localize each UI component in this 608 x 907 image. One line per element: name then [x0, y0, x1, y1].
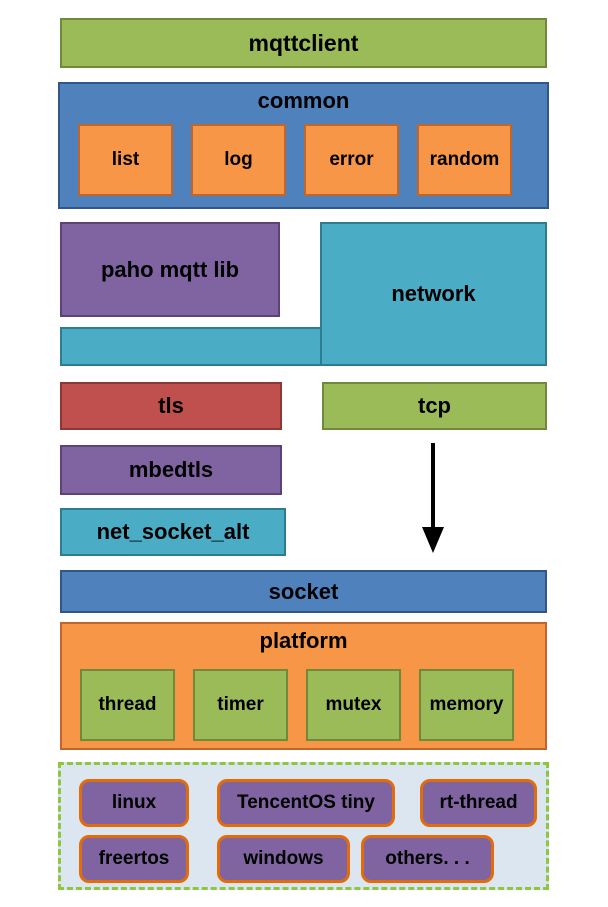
layer-network: network	[320, 222, 547, 366]
layer-mbedtls: mbedtls	[60, 445, 282, 495]
module-log-label: log	[224, 149, 253, 171]
module-timer: timer	[193, 669, 288, 741]
layer-operating-systems: linux TencentOS tiny rt-thread freertos …	[58, 762, 549, 890]
layer-tls: tls	[60, 382, 282, 430]
module-memory-label: memory	[429, 694, 504, 716]
down-arrow-icon	[422, 443, 444, 553]
os-others-label: others. . .	[385, 848, 470, 869]
layer-network-label: network	[391, 281, 476, 307]
architecture-diagram: mqttclient common list log error random …	[0, 0, 608, 907]
os-windows-label: windows	[243, 848, 324, 869]
module-error-label: error	[329, 149, 374, 171]
os-others: others. . .	[361, 835, 494, 883]
module-thread: thread	[80, 669, 175, 741]
os-tencentos-tiny: TencentOS tiny	[217, 779, 395, 827]
module-mutex-label: mutex	[325, 694, 382, 716]
layer-network-strip	[60, 327, 322, 366]
module-error: error	[304, 124, 399, 196]
module-list-label: list	[111, 149, 140, 171]
os-windows: windows	[217, 835, 350, 883]
layer-net-socket-alt: net_socket_alt	[60, 508, 286, 556]
os-rt-thread: rt-thread	[420, 779, 537, 827]
os-linux-label: linux	[111, 792, 157, 813]
layer-socket-label: socket	[268, 578, 339, 604]
layer-platform-label: platform	[259, 628, 348, 653]
layer-tcp-label: tcp	[418, 393, 451, 419]
os-tencentos-tiny-label: TencentOS tiny	[237, 792, 375, 813]
module-timer-label: timer	[217, 694, 264, 716]
module-random-label: random	[429, 149, 500, 171]
os-linux: linux	[79, 779, 189, 827]
module-random: random	[417, 124, 512, 196]
layer-socket: socket	[60, 570, 547, 613]
os-freertos-label: freertos	[98, 848, 170, 869]
layer-paho-mqtt-lib: paho mqtt lib	[60, 222, 280, 317]
layer-mqttclient-label: mqttclient	[248, 29, 359, 56]
layer-tls-label: tls	[158, 393, 184, 419]
os-freertos: freertos	[79, 835, 189, 883]
module-memory: memory	[419, 669, 514, 741]
layer-net-socket-alt-label: net_socket_alt	[96, 519, 250, 545]
os-rt-thread-label: rt-thread	[439, 792, 518, 813]
layer-platform: platform thread timer mutex memory	[60, 622, 547, 750]
layer-mqttclient: mqttclient	[60, 18, 547, 68]
layer-common: common list log error random	[58, 82, 549, 209]
layer-common-label: common	[257, 88, 350, 113]
module-log: log	[191, 124, 286, 196]
layer-mbedtls-label: mbedtls	[128, 457, 214, 483]
module-thread-label: thread	[98, 694, 157, 716]
module-list: list	[78, 124, 173, 196]
module-mutex: mutex	[306, 669, 401, 741]
layer-paho-mqtt-lib-label: paho mqtt lib	[100, 256, 240, 282]
layer-tcp: tcp	[322, 382, 547, 430]
